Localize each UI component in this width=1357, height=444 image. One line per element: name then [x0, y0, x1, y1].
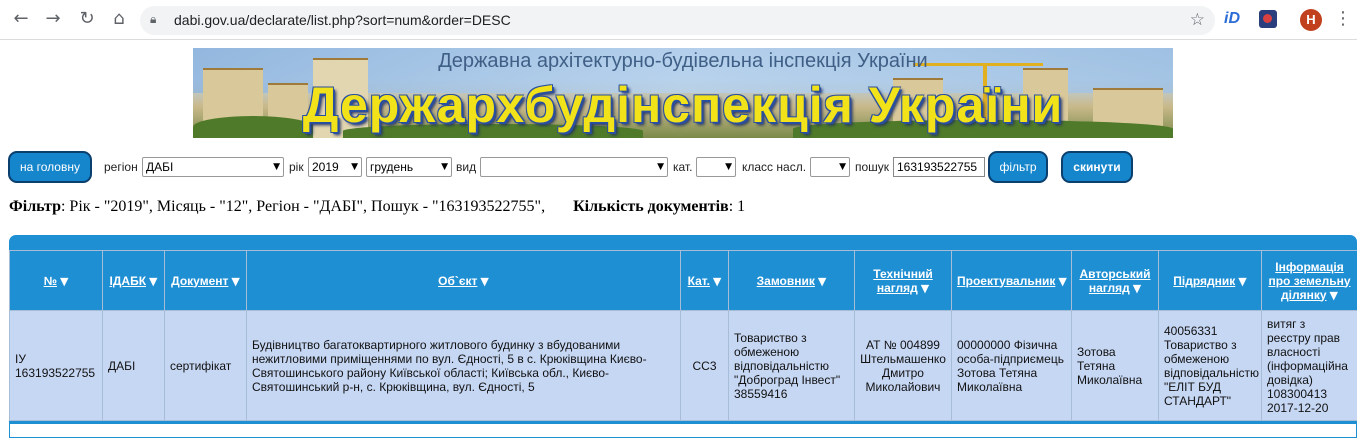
reload-icon[interactable]: ↻: [76, 8, 98, 30]
results-table-footer: [9, 424, 1357, 438]
header-document-link[interactable]: Документ: [171, 274, 228, 288]
results-table: № ▼ ІДАБК ▼ Документ ▼ Об`єкт ▼ Кат. ▼ Замовн…: [9, 250, 1357, 421]
header-designer[interactable]: Проектувальник ▼: [951, 250, 1072, 311]
header-category[interactable]: Кат. ▼: [680, 250, 729, 311]
header-contractor-link[interactable]: Підрядник: [1173, 274, 1235, 288]
cell-object: Будівництво багатоквартирного житлового …: [246, 310, 681, 421]
region-label: регіон: [104, 160, 138, 174]
cell-document: сертифікат: [164, 310, 247, 421]
header-customer-link[interactable]: Замовник: [757, 274, 815, 288]
month-select[interactable]: грудень: [366, 157, 452, 177]
header-contractor[interactable]: Підрядник ▼: [1158, 250, 1262, 311]
sort-arrow-icon[interactable]: ▼: [480, 275, 488, 288]
cell-contractor: 40056331 Товариство з обмеженою відповід…: [1158, 310, 1262, 421]
category-label: кат.: [673, 160, 693, 174]
region-select[interactable]: ДАБІ: [142, 157, 284, 177]
type-select[interactable]: [480, 157, 668, 177]
cell-customer: Товариство з обмеженою відповідальністю …: [728, 310, 855, 421]
cell-tech-supervision: АТ № 004899 Штельмашенко Дмитро Миколайо…: [854, 310, 952, 421]
filter-button[interactable]: фільтр: [988, 151, 1048, 183]
header-land-info-link[interactable]: Інформація про земельну ділянку: [1268, 260, 1350, 302]
site-banner: Державна архітектурно-будівельна інспекц…: [193, 48, 1173, 138]
search-label: пошук: [855, 160, 890, 174]
address-bar[interactable]: 🔒︎ dabi.gov.ua/declarate/list.php?sort=n…: [140, 6, 1215, 35]
header-author-supervision[interactable]: Авторський нагляд ▼: [1071, 250, 1159, 311]
header-document[interactable]: Документ ▼: [164, 250, 247, 311]
filter-summary: Фільтр: Рік - "2019", Місяць - "12", Рег…: [9, 198, 745, 216]
header-customer[interactable]: Замовник ▼: [728, 250, 855, 311]
year-select[interactable]: 2019: [308, 157, 362, 177]
year-label: рік: [289, 160, 304, 174]
header-category-link[interactable]: Кат.: [688, 274, 710, 288]
banner-subtitle: Державна архітектурно-будівельна інспекц…: [438, 50, 928, 72]
home-button[interactable]: на головну: [8, 151, 92, 183]
forward-arrow-icon[interactable]: →: [42, 8, 64, 30]
address-url[interactable]: dabi.gov.ua/declarate/list.php?sort=num&…: [174, 12, 511, 28]
browser-toolbar: ← → ↻ ⌂ 🔒︎ dabi.gov.ua/declarate/list.ph…: [0, 0, 1357, 40]
header-object-link[interactable]: Об`єкт: [438, 274, 477, 288]
cell-author-supervision: Зотова Тетяна Миколаївна: [1071, 310, 1159, 421]
sort-arrow-icon[interactable]: ▼: [713, 275, 721, 288]
home-icon[interactable]: ⌂: [108, 8, 130, 30]
document-count-value: : 1: [728, 198, 746, 215]
header-land-info[interactable]: Інформація про земельну ділянку ▼: [1261, 250, 1357, 311]
header-num[interactable]: № ▼: [9, 250, 103, 311]
table-header-row: № ▼ ІДАБК ▼ Документ ▼ Об`єкт ▼ Кат. ▼ Замовн…: [9, 250, 1357, 311]
profile-avatar[interactable]: H: [1300, 9, 1322, 31]
document-count-label: Кількість документів: [573, 198, 729, 215]
filter-summary-text: : Рік - "2019", Місяць - "12", Регіон - …: [60, 198, 546, 215]
sort-arrow-icon[interactable]: ▼: [149, 275, 157, 288]
header-num-link[interactable]: №: [44, 274, 57, 288]
sort-arrow-icon[interactable]: ▼: [60, 275, 68, 288]
search-input[interactable]: 163193522755: [893, 157, 985, 177]
sort-arrow-icon[interactable]: ▼: [1330, 289, 1338, 302]
cell-category: СС3: [680, 310, 729, 421]
cell-land-info: витяг з реєстру прав власності (інформац…: [1261, 310, 1357, 421]
bookmark-star-icon[interactable]: ☆: [1190, 10, 1205, 30]
sort-arrow-icon[interactable]: ▼: [1133, 282, 1141, 295]
cell-idabk: ДАБІ: [102, 310, 165, 421]
header-tech-supervision[interactable]: Технічний нагляд ▼: [854, 250, 952, 311]
header-designer-link[interactable]: Проектувальник: [957, 274, 1055, 288]
sort-arrow-icon[interactable]: ▼: [231, 275, 239, 288]
reset-button[interactable]: скинути: [1061, 151, 1133, 183]
category-select[interactable]: [696, 157, 736, 177]
header-idabk-link[interactable]: ІДАБК: [110, 274, 147, 288]
sort-arrow-icon[interactable]: ▼: [818, 275, 826, 288]
class-select[interactable]: [810, 157, 850, 177]
cell-designer: 00000000 Фізична особа-підприємець Зотов…: [951, 310, 1072, 421]
back-arrow-icon[interactable]: ←: [10, 8, 32, 30]
banner-title: Держархбудінспекція України: [302, 77, 1064, 133]
header-idabk[interactable]: ІДАБК ▼: [102, 250, 165, 311]
cell-num: ІУ 163193522755: [9, 310, 103, 421]
sort-arrow-icon[interactable]: ▼: [921, 282, 929, 295]
extension-icon[interactable]: [1259, 10, 1277, 28]
sort-arrow-icon[interactable]: ▼: [1058, 275, 1066, 288]
header-object[interactable]: Об`єкт ▼: [246, 250, 681, 311]
class-label: класс насл.: [742, 160, 807, 174]
lock-icon: 🔒︎: [150, 12, 157, 26]
table-row: ІУ 163193522755 ДАБІ сертифікат Будівниц…: [9, 310, 1357, 421]
sort-arrow-icon[interactable]: ▼: [1238, 275, 1246, 288]
browser-menu-icon[interactable]: ⋮: [1334, 8, 1352, 29]
extension-id-icon[interactable]: iD: [1224, 10, 1240, 28]
type-label: вид: [456, 160, 477, 174]
filter-summary-label: Фільтр: [9, 198, 61, 215]
